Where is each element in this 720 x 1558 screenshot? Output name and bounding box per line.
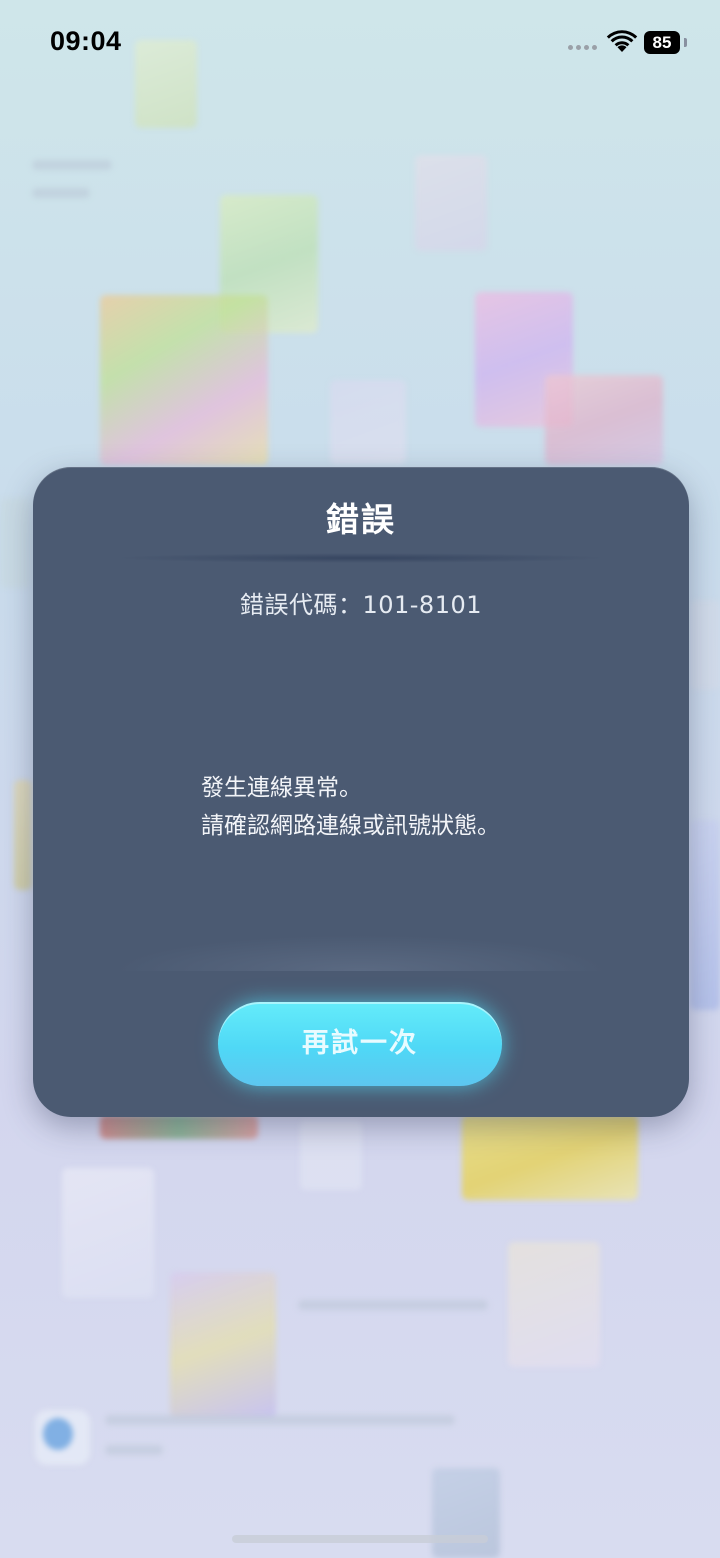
error-message-line: 請確認網路連線或訊號狀態。 [201,813,500,839]
title-divider [113,553,609,563]
error-message: 發生連線異常。 請確認網路連線或訊號狀態。 [201,769,500,845]
error-code-text: 錯誤代碼：101-8101 [239,591,483,619]
background-card [300,1120,362,1190]
background-card [62,1168,154,1298]
background-card [100,1115,258,1139]
background-card [690,820,720,1010]
background-card [170,1272,276,1417]
error-dialog: 錯誤 錯誤代碼：101-8101 發生連線異常。 請確認網路連線或訊號狀態。 再… [33,467,689,1117]
wifi-icon [606,30,638,52]
background-text-placeholder [105,1445,163,1455]
background-card [690,600,720,690]
background-card [462,1115,638,1200]
error-message-line: 發生連線異常。 [201,775,362,801]
background-text-placeholder [298,1300,488,1310]
background-text-placeholder [32,160,112,170]
background-card [330,380,406,464]
dialog-title: 錯誤 [326,500,396,539]
background-text-placeholder [105,1415,455,1425]
cellular-signal-icon [568,45,597,50]
background-card [432,1468,500,1558]
status-time: 09:04 [50,26,122,56]
background-card [545,375,663,465]
footer-divider [113,935,609,971]
status-bar: 09:04 85 [0,0,720,88]
background-card [508,1242,600,1367]
battery-tip [684,38,687,47]
background-card [0,498,30,588]
background-app-logo [35,1410,90,1465]
background-card [100,295,268,465]
retry-button[interactable]: 再試一次 [218,1002,502,1086]
background-card [415,155,487,251]
home-indicator[interactable] [232,1535,488,1543]
background-card [14,780,32,890]
background-text-placeholder [32,188,90,198]
battery-icon: 85 [644,31,680,54]
